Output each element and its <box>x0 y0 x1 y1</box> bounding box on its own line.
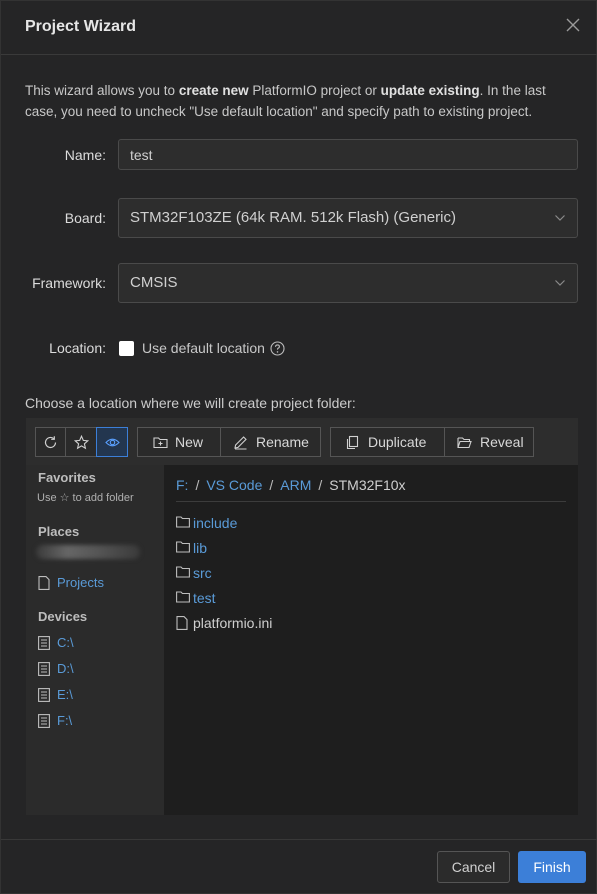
star-icon <box>74 435 89 450</box>
chevron-down-icon <box>555 215 565 221</box>
folder-icon <box>176 541 190 553</box>
folder-open-icon <box>457 437 472 449</box>
use-default-location-checkbox[interactable] <box>119 341 134 356</box>
drive-icon <box>38 636 50 650</box>
breadcrumb-item[interactable]: VS Code <box>206 477 262 493</box>
file-icon <box>176 616 188 630</box>
devices-heading: Devices <box>38 609 88 624</box>
breadcrumb-separator: / <box>195 477 200 493</box>
breadcrumb-current: STM32F10x <box>329 477 406 493</box>
rename-button[interactable]: Rename <box>220 427 321 457</box>
board-select[interactable]: STM32F103ZE (64k RAM. 512k Flash) (Gener… <box>118 198 578 238</box>
duplicate-label: Duplicate <box>368 434 427 450</box>
folder-name: test <box>193 590 216 606</box>
new-folder-button[interactable]: New <box>137 427 221 457</box>
breadcrumb-separator: / <box>269 477 274 493</box>
breadcrumb-item[interactable]: F: <box>176 477 188 493</box>
framework-select[interactable]: CMSIS <box>118 263 578 303</box>
drive-label: C:\ <box>57 635 74 650</box>
file-list-panel: F: / VS Code / ARM / STM32F10x include lib src… <box>164 465 578 815</box>
footer-divider <box>1 839 597 840</box>
browser-toolbar: New Rename Duplicate Reveal <box>26 418 578 465</box>
board-select-value: STM32F103ZE (64k RAM. 512k Flash) (Gener… <box>130 209 456 226</box>
help-icon[interactable] <box>270 341 285 356</box>
location-label: Location: <box>49 340 106 356</box>
show-hidden-button[interactable] <box>96 427 128 457</box>
finish-button[interactable]: Finish <box>518 851 586 883</box>
intro-bold-create: create new <box>178 83 249 98</box>
cancel-button[interactable]: Cancel <box>437 851 510 883</box>
favorites-heading: Favorites <box>38 470 96 485</box>
drive-label: D:\ <box>57 661 74 676</box>
pencil-icon <box>234 436 247 450</box>
duplicate-button[interactable]: Duplicate <box>330 427 445 457</box>
breadcrumb-separator: / <box>318 477 323 493</box>
intro-bold-update: update existing <box>380 83 480 98</box>
name-input[interactable] <box>118 139 578 170</box>
favorite-button[interactable] <box>65 427 97 457</box>
folder-browser: New Rename Duplicate Reveal Favorites Us… <box>26 418 578 815</box>
breadcrumb: F: / VS Code / ARM / STM32F10x <box>176 477 406 493</box>
drive-icon <box>38 714 50 728</box>
drive-icon <box>38 688 50 702</box>
reveal-label: Reveal <box>480 434 524 450</box>
framework-label: Framework: <box>32 275 106 291</box>
favorites-hint: Use ☆ to add folder <box>37 492 134 504</box>
intro-part: This wizard allows you to <box>25 83 179 98</box>
folder-name: include <box>193 515 238 531</box>
intro-text: This wizard allows you to create new Pla… <box>25 80 575 122</box>
drive-label: F:\ <box>57 713 73 728</box>
choose-location-prompt: Choose a location where we will create p… <box>25 395 356 411</box>
use-default-location-label[interactable]: Use default location <box>142 340 265 356</box>
places-heading: Places <box>38 524 80 539</box>
rename-label: Rename <box>256 434 309 450</box>
framework-select-value: CMSIS <box>130 274 178 291</box>
eye-icon <box>105 438 120 447</box>
new-label: New <box>175 434 204 450</box>
folder-icon <box>176 516 190 528</box>
copy-icon <box>346 435 359 450</box>
file-icon <box>38 576 50 590</box>
projects-label: Projects <box>57 575 104 590</box>
file-name: platformio.ini <box>193 615 273 631</box>
folder-name: src <box>193 565 212 581</box>
breadcrumb-item[interactable]: ARM <box>280 477 311 493</box>
name-label: Name: <box>64 147 106 163</box>
board-label: Board: <box>64 210 106 226</box>
chevron-down-icon <box>555 280 565 286</box>
browser-sidebar: Favorites Use ☆ to add folder Places Pro… <box>26 465 164 815</box>
folder-icon <box>176 566 190 578</box>
divider <box>176 501 566 502</box>
new-folder-icon <box>153 437 168 449</box>
project-wizard-dialog: Project Wizard This wizard allows you to… <box>0 0 597 894</box>
intro-part: PlatformIO project or <box>248 83 381 98</box>
refresh-button[interactable] <box>35 427 66 457</box>
dialog-header: Project Wizard <box>1 1 597 55</box>
redacted-home-place[interactable] <box>36 545 140 559</box>
folder-name: lib <box>193 540 208 556</box>
folder-icon <box>176 591 190 603</box>
reveal-button[interactable]: Reveal <box>444 427 534 457</box>
close-icon[interactable] <box>566 18 580 32</box>
drive-label: E:\ <box>57 687 73 702</box>
refresh-icon <box>44 436 57 449</box>
drive-icon <box>38 662 50 676</box>
dialog-title: Project Wizard <box>25 18 136 35</box>
